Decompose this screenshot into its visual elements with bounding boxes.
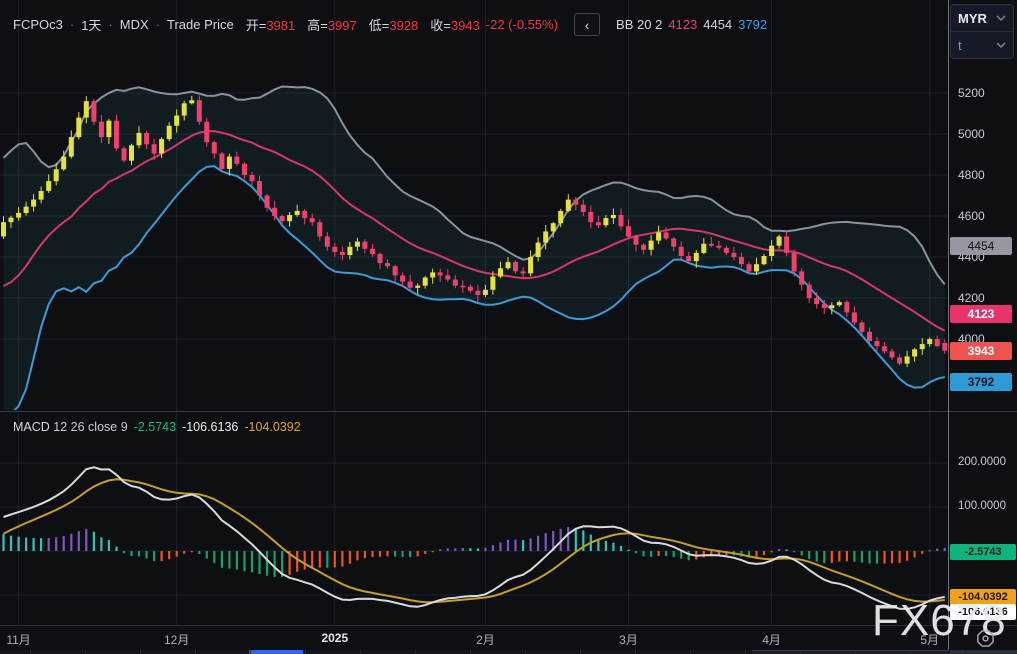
bb-basis-badge: 4123 <box>950 305 1012 323</box>
bottom-strip-divider <box>140 650 141 654</box>
symbol-name[interactable]: FCPOc3 <box>13 17 63 32</box>
time-axis-label: 12月 <box>155 631 199 648</box>
scale-settings-icon[interactable] <box>976 629 995 648</box>
bb-upper-badge: 4454 <box>950 237 1012 255</box>
bottom-strip-right-segment <box>950 650 1017 654</box>
bottom-strip-divider <box>965 650 966 654</box>
bottom-strip-divider <box>910 650 911 654</box>
macd-tick-label: 200.0000 <box>958 456 1006 468</box>
low-value: 低=3928 <box>369 15 419 34</box>
bb-indicator-name[interactable]: BB 20 2 <box>616 17 662 32</box>
close-value: 收=3943 <box>430 15 480 34</box>
time-axis-label: 2025 <box>313 631 357 645</box>
time-axis-label: 2月 <box>463 631 507 648</box>
bottom-strip-divider <box>470 650 471 654</box>
chevron-down-icon <box>996 15 1006 21</box>
unit-dropdown[interactable]: t <box>951 32 1013 58</box>
trading-chart-app: FCPOc3 · 1天 · MDX · Trade Price 开=3981 高… <box>0 0 1017 654</box>
macd-line-value: -106.6136 <box>182 420 238 434</box>
open-value: 开=3981 <box>246 15 296 34</box>
pane-separator[interactable] <box>0 411 1017 412</box>
bottom-strip-divider <box>525 650 526 654</box>
price-tick-label: 4200 <box>958 291 985 305</box>
bottom-strip-divider <box>855 650 856 654</box>
bottom-strip-divider <box>690 650 691 654</box>
bottom-strip-divider <box>250 650 251 654</box>
bottom-strip-divider <box>85 650 86 654</box>
price-tick-label: 4800 <box>958 168 985 182</box>
macd-hist-badge: -2.5743 <box>950 544 1016 560</box>
price-tick-label: 4600 <box>958 209 985 223</box>
bb-lower-badge: 3792 <box>950 373 1012 391</box>
price-tick-label: 5000 <box>958 127 985 141</box>
bb-basis-value: 4123 <box>668 17 697 32</box>
bottom-strip-divider <box>745 650 746 654</box>
chevron-down-icon <box>996 42 1006 48</box>
bottom-strip-divider <box>305 650 306 654</box>
macd-indicator-name[interactable]: MACD 12 26 close 9 <box>13 420 128 434</box>
currency-unit-selector: MYR t <box>950 4 1014 59</box>
macd-legend: MACD 12 26 close 9 -2.5743 -106.6136 -10… <box>13 420 301 434</box>
price-scale-border <box>948 0 949 654</box>
bottom-strip-divider <box>360 650 361 654</box>
price-chart-canvas[interactable] <box>0 0 948 625</box>
series-type-label: Trade Price <box>167 17 234 32</box>
symbol-legend: FCPOc3 · 1天 · MDX · Trade Price 开=3981 高… <box>13 13 767 36</box>
bottom-strip-divider <box>30 650 31 654</box>
bottom-strip-active-segment[interactable] <box>249 650 303 654</box>
time-axis-label: 11月 <box>0 631 41 648</box>
bottom-strip-divider <box>635 650 636 654</box>
currency-dropdown[interactable]: MYR <box>951 5 1013 32</box>
high-value: 高=3997 <box>307 15 357 34</box>
bottom-strip-divider <box>800 650 801 654</box>
exchange-label: MDX <box>120 17 149 32</box>
bottom-strip-divider <box>195 650 196 654</box>
interval-label[interactable]: 1天 <box>81 15 101 34</box>
change-value: -22 (-0.55%) <box>486 17 558 32</box>
bb-upper-value: 4454 <box>703 17 732 32</box>
time-axis-label: 4月 <box>750 631 794 648</box>
collapse-legend-button[interactable]: ‹ <box>574 13 600 36</box>
bottom-strip-light-segment <box>752 650 948 654</box>
time-axis-separator <box>0 625 1017 626</box>
macd-hist-value: -2.5743 <box>134 420 176 434</box>
time-axis-label: 3月 <box>606 631 650 648</box>
price-tick-label: 5200 <box>958 86 985 100</box>
bottom-strip-divider <box>415 650 416 654</box>
last-price-badge: 3943 <box>950 342 1012 360</box>
macd-signal-value: -104.0392 <box>244 420 300 434</box>
price-scale[interactable]: 5200500048004600440042004000200.0000100.… <box>949 0 1017 654</box>
bb-lower-value: 3792 <box>738 17 767 32</box>
macd-tick-label: 100.0000 <box>958 500 1006 512</box>
bottom-strip-divider <box>580 650 581 654</box>
bottom-strip <box>0 650 1017 654</box>
